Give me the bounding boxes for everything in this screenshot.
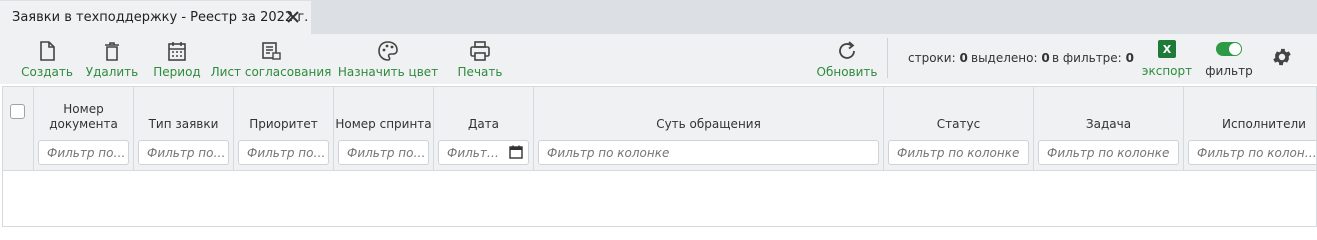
- select-all-column: [3, 87, 34, 171]
- filter-label: фильтр: [1205, 64, 1253, 78]
- export-button[interactable]: X экспорт: [1142, 34, 1192, 84]
- trash-icon: [105, 42, 119, 61]
- column-title: Статус: [936, 117, 981, 131]
- create-label: Создать: [21, 65, 73, 79]
- tab-strip: Заявки в техподдержку - Реестр за 2022 г…: [0, 0, 1317, 34]
- toolbar: Создать Удалить Период Лист согласования: [0, 34, 1317, 84]
- column-filter-input[interactable]: [1188, 140, 1316, 165]
- column-title: Тип заявки: [148, 117, 219, 131]
- assign-color-button[interactable]: Назначить цвет: [338, 34, 438, 84]
- column-priority[interactable]: Приоритет: [234, 87, 334, 171]
- column-request-essence[interactable]: Суть обращения: [534, 87, 884, 171]
- column-executors[interactable]: Исполнители: [1184, 87, 1316, 171]
- column-title: Дата: [467, 117, 500, 131]
- settings-gear-icon[interactable]: [1271, 46, 1293, 68]
- column-title: Номер спринта: [335, 117, 432, 131]
- column-filter-input[interactable]: [888, 140, 1029, 165]
- approval-sheet-icon: [262, 42, 281, 60]
- close-icon[interactable]: [285, 9, 301, 25]
- filtered-count: в фильтре: 0: [1052, 51, 1134, 65]
- palette-icon: [378, 41, 398, 61]
- column-filter-input[interactable]: [238, 140, 329, 165]
- column-title: Задача: [1085, 117, 1132, 131]
- column-filter-input[interactable]: [138, 140, 229, 165]
- column-doc-number[interactable]: Номер документа: [34, 87, 134, 171]
- filter-toggle-button[interactable]: фильтр: [1204, 34, 1254, 84]
- calendar-icon: [168, 42, 186, 61]
- column-title: Исполнители: [1222, 117, 1306, 131]
- print-label: Печать: [457, 65, 503, 79]
- column-title: Суть обращения: [656, 117, 761, 131]
- period-label: Период: [153, 65, 201, 79]
- column-filter-input[interactable]: [538, 140, 879, 165]
- column-filter-input[interactable]: [38, 140, 129, 165]
- tab-title: Заявки в техподдержку - Реестр за 2022 г…: [12, 10, 309, 25]
- new-document-icon: [40, 41, 55, 61]
- selected-count: выделено: 0: [971, 51, 1050, 65]
- toolbar-divider: [887, 38, 888, 78]
- data-grid: Номер документа Тип заявки Приоритет Ном…: [2, 86, 1317, 227]
- grid-header: Номер документа Тип заявки Приоритет Ном…: [3, 87, 1316, 171]
- column-request-type[interactable]: Тип заявки: [134, 87, 234, 171]
- refresh-icon: [839, 41, 855, 59]
- column-title: Номер документа: [49, 102, 118, 131]
- delete-button[interactable]: Удалить: [86, 34, 138, 84]
- approval-sheet-label: Лист согласования: [210, 65, 332, 79]
- refresh-button[interactable]: Обновить: [817, 34, 877, 84]
- select-all-checkbox[interactable]: [10, 104, 25, 119]
- refresh-label: Обновить: [816, 65, 878, 79]
- column-date[interactable]: Дата: [434, 87, 534, 171]
- column-status[interactable]: Статус: [884, 87, 1034, 171]
- period-button[interactable]: Период: [152, 34, 202, 84]
- column-filter-input[interactable]: [338, 140, 429, 165]
- tab-registry[interactable]: Заявки в техподдержку - Реестр за 2022 г…: [0, 1, 311, 34]
- printer-icon: [470, 41, 490, 61]
- assign-color-label: Назначить цвет: [337, 65, 439, 79]
- column-filter-input[interactable]: [1038, 140, 1179, 165]
- calendar-icon[interactable]: [509, 145, 523, 159]
- excel-icon: X: [1158, 40, 1176, 58]
- print-button[interactable]: Печать: [455, 34, 505, 84]
- approval-sheet-button[interactable]: Лист согласования: [211, 34, 331, 84]
- export-label: экспорт: [1141, 64, 1193, 78]
- column-task[interactable]: Задача: [1034, 87, 1184, 171]
- rows-count: строки: 0: [908, 51, 968, 65]
- delete-label: Удалить: [85, 65, 139, 79]
- column-sprint-number[interactable]: Номер спринта: [334, 87, 434, 171]
- create-button[interactable]: Создать: [21, 34, 73, 84]
- column-title: Приоритет: [249, 117, 318, 131]
- filter-toggle[interactable]: [1216, 42, 1242, 56]
